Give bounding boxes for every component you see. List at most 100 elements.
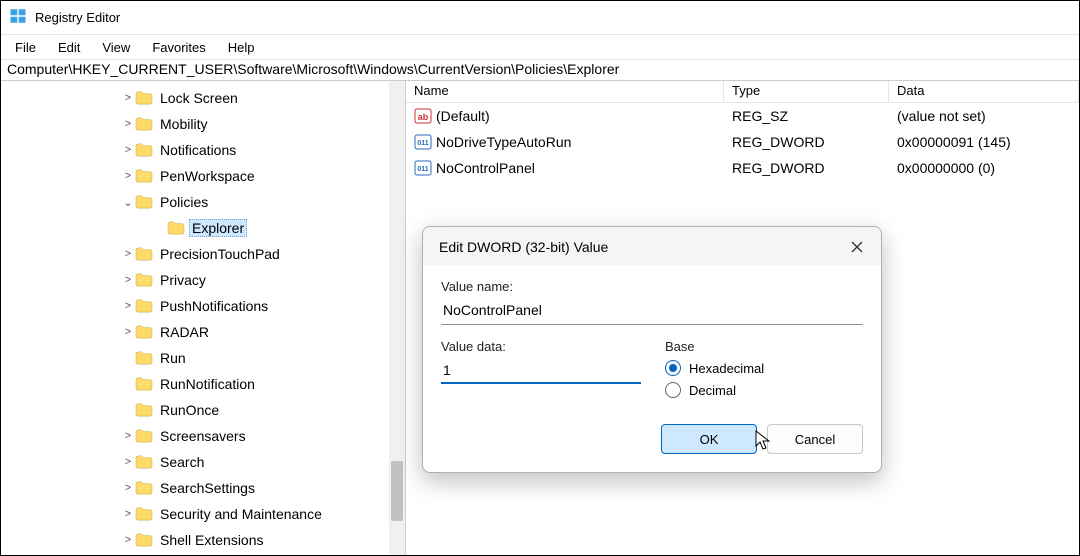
folder-icon (135, 168, 153, 184)
list-row[interactable]: (Default) REG_SZ(value not set) (406, 103, 1079, 129)
tree-node[interactable]: > Privacy (1, 267, 405, 293)
folder-icon (135, 480, 153, 496)
dialog-title: Edit DWORD (32-bit) Value (439, 239, 608, 255)
tree-node[interactable]: > Security and Maintenance (1, 501, 405, 527)
cancel-button[interactable]: Cancel (767, 424, 863, 454)
tree-node[interactable]: RunNotification (1, 371, 405, 397)
tree-node-label: Screensavers (157, 427, 249, 445)
regedit-icon (9, 7, 27, 28)
chevron-right-icon[interactable]: > (121, 326, 135, 338)
tree-node[interactable]: > Screensavers (1, 423, 405, 449)
tree-node-label: Shell Extensions (157, 531, 267, 549)
tree-node-label: Explorer (189, 219, 247, 237)
tree-node-label: Privacy (157, 271, 209, 289)
tree-node[interactable]: >SearchSettings (1, 475, 405, 501)
value-data: 0x00000091 (145) (889, 134, 1079, 150)
value-name: (Default) (436, 108, 490, 124)
dword-value-icon (414, 159, 432, 177)
tree-node[interactable]: >PushNotifications (1, 293, 405, 319)
chevron-right-icon[interactable]: > (121, 118, 135, 130)
tree-node[interactable]: RunOnce (1, 397, 405, 423)
tree-node[interactable]: ⌄ Policies (1, 189, 405, 215)
tree-node[interactable]: > PenWorkspace (1, 163, 405, 189)
folder-icon (135, 116, 153, 132)
tree-node[interactable]: Explorer (1, 215, 405, 241)
tree-node-label: Mobility (157, 115, 210, 133)
tree-node-label: RunOnce (157, 401, 222, 419)
folder-icon (135, 506, 153, 522)
chevron-right-icon[interactable]: > (121, 92, 135, 104)
chevron-right-icon[interactable]: > (121, 456, 135, 468)
chevron-right-icon[interactable]: > (121, 482, 135, 494)
chevron-right-icon[interactable]: > (121, 170, 135, 182)
title-bar: Registry Editor (1, 1, 1079, 35)
window-title: Registry Editor (35, 10, 120, 25)
value-data: 0x00000000 (0) (889, 160, 1079, 176)
list-row[interactable]: NoControlPanelREG_DWORD0x00000000 (0) (406, 155, 1079, 181)
tree-node[interactable]: >Lock Screen (1, 85, 405, 111)
tree-node[interactable]: > Mobility (1, 111, 405, 137)
close-icon (850, 240, 864, 254)
menu-edit[interactable]: Edit (48, 38, 90, 57)
folder-icon (135, 532, 153, 548)
folder-icon (135, 142, 153, 158)
chevron-right-icon[interactable]: > (121, 300, 135, 312)
folder-icon (135, 454, 153, 470)
radio-hexadecimal[interactable]: Hexadecimal (665, 360, 863, 376)
folder-icon (135, 376, 153, 392)
folder-icon (135, 90, 153, 106)
menu-help[interactable]: Help (218, 38, 265, 57)
list-row[interactable]: NoDriveTypeAutoRunREG_DWORD0x00000091 (1… (406, 129, 1079, 155)
ok-button[interactable]: OK (661, 424, 757, 454)
tree-node[interactable]: > Search (1, 449, 405, 475)
folder-icon (135, 298, 153, 314)
menu-file[interactable]: File (5, 38, 46, 57)
tree-node[interactable]: > Shell Extensions (1, 527, 405, 553)
radio-dec-label: Decimal (689, 383, 736, 398)
chevron-down-icon[interactable]: ⌄ (121, 196, 135, 209)
chevron-right-icon[interactable]: > (121, 274, 135, 286)
tree-pane: >Lock Screen>Mobility>Notifications>PenW… (1, 81, 406, 555)
tree-node-label: Search (157, 453, 207, 471)
chevron-right-icon[interactable]: > (121, 508, 135, 520)
tree-node-label: Security and Maintenance (157, 505, 325, 523)
tree-node-label: PenWorkspace (157, 167, 258, 185)
col-header-data[interactable]: Data (889, 81, 1079, 102)
radio-decimal[interactable]: Decimal (665, 382, 863, 398)
scrollbar-thumb[interactable] (391, 461, 403, 521)
tree-node-label: Policies (157, 193, 211, 211)
chevron-right-icon[interactable]: > (121, 430, 135, 442)
value-data: (value not set) (889, 108, 1079, 124)
folder-icon (135, 246, 153, 262)
folder-icon (167, 220, 185, 236)
tree-node[interactable]: Run (1, 345, 405, 371)
tree-scrollbar[interactable] (389, 81, 405, 555)
chevron-right-icon[interactable]: > (121, 144, 135, 156)
dialog-close-button[interactable] (847, 237, 867, 257)
radio-icon (665, 382, 681, 398)
value-type: REG_SZ (724, 108, 889, 124)
value-data-input[interactable] (441, 358, 641, 384)
folder-icon (135, 350, 153, 366)
tree-node[interactable]: > Notifications (1, 137, 405, 163)
tree-node[interactable]: > PrecisionTouchPad (1, 241, 405, 267)
address-bar[interactable]: Computer\HKEY_CURRENT_USER\Software\Micr… (1, 59, 1079, 81)
tree-node[interactable]: >RADAR (1, 319, 405, 345)
tree-node-label: PrecisionTouchPad (157, 245, 283, 263)
tree-node-label: RunNotification (157, 375, 258, 393)
menu-view[interactable]: View (92, 38, 140, 57)
chevron-right-icon[interactable]: > (121, 248, 135, 260)
value-name-field[interactable]: NoControlPanel (441, 298, 863, 325)
col-header-name[interactable]: Name (406, 81, 724, 102)
folder-icon (135, 402, 153, 418)
col-header-type[interactable]: Type (724, 81, 889, 102)
value-name: NoControlPanel (436, 160, 535, 176)
folder-icon (135, 194, 153, 210)
menu-favorites[interactable]: Favorites (142, 38, 215, 57)
value-name: NoDriveTypeAutoRun (436, 134, 571, 150)
list-header: Name Type Data (406, 81, 1079, 103)
value-name-label: Value name: (441, 279, 863, 294)
tree-node-label: Notifications (157, 141, 239, 159)
chevron-right-icon[interactable]: > (121, 534, 135, 546)
folder-icon (135, 324, 153, 340)
